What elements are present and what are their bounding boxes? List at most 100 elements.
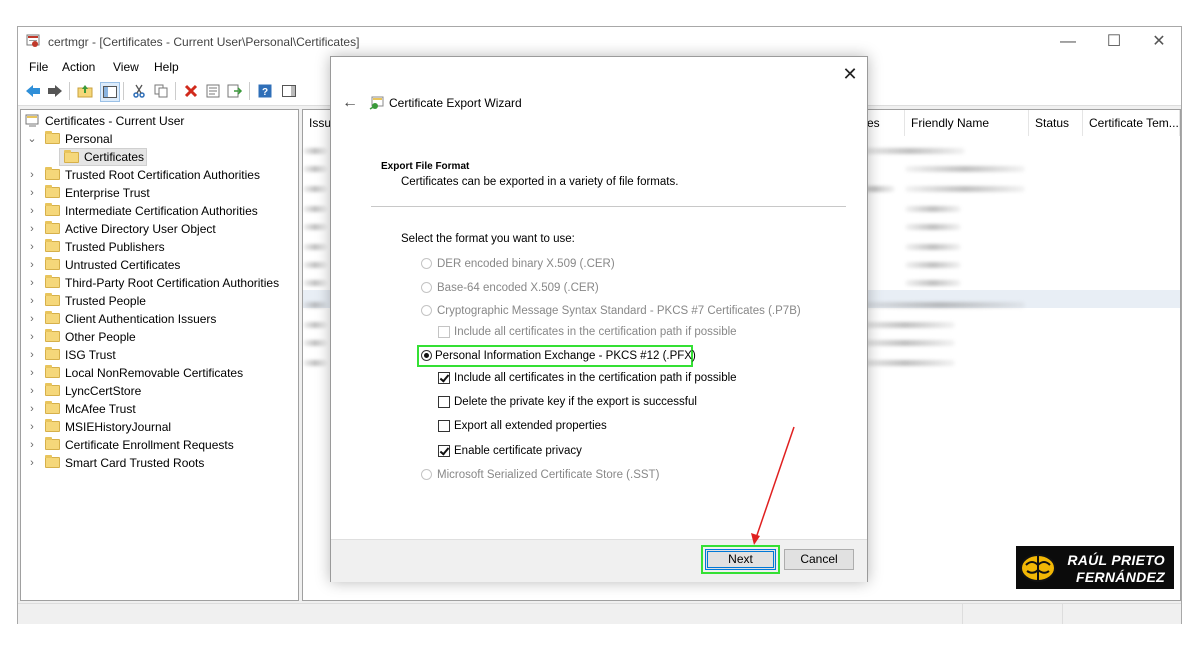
- tree-item[interactable]: › Other People: [25, 328, 295, 346]
- radio-circle[interactable]: [421, 469, 432, 480]
- maximize-button[interactable]: ☐: [1094, 30, 1134, 54]
- chevron-right-icon[interactable]: ›: [25, 310, 39, 328]
- tree-item[interactable]: › Trusted People: [25, 292, 295, 310]
- checkbox-box[interactable]: [438, 396, 450, 408]
- tree-item[interactable]: › Third-Party Root Certification Authorit…: [25, 274, 295, 292]
- checkbox-pfx-include-label: Include all certificates in the certific…: [454, 372, 737, 384]
- radio-circle[interactable]: [421, 258, 432, 269]
- checkbox-box-checked[interactable]: [438, 372, 450, 384]
- tree-item-label: Certificates: [84, 150, 145, 164]
- menu-view[interactable]: View: [113, 60, 139, 74]
- column-status[interactable]: Status: [1029, 110, 1083, 136]
- chevron-right-icon[interactable]: ›: [25, 418, 39, 436]
- chevron-right-icon[interactable]: ›: [25, 166, 39, 184]
- cancel-button[interactable]: Cancel: [784, 549, 854, 570]
- dialog-close-button[interactable]: ✕: [837, 63, 863, 85]
- radio-sst-label: Microsoft Serialized Certificate Store (…: [437, 469, 660, 481]
- back-button[interactable]: ←: [339, 93, 361, 113]
- folder-icon: [45, 311, 60, 324]
- radio-circle[interactable]: [421, 305, 432, 316]
- export-list-icon[interactable]: [226, 82, 244, 100]
- tree-item-label: Certificate Enrollment Requests: [65, 438, 234, 452]
- redacted-cell: [905, 262, 961, 268]
- next-button[interactable]: Next: [705, 549, 776, 570]
- chevron-right-icon[interactable]: ›: [25, 382, 39, 400]
- redacted-cell: [905, 224, 961, 230]
- chevron-right-icon[interactable]: ›: [25, 364, 39, 382]
- radio-base64-label: Base-64 encoded X.509 (.CER): [437, 282, 599, 294]
- tree-item[interactable]: › Smart Card Trusted Roots: [25, 454, 295, 472]
- close-window-button[interactable]: ✕: [1139, 30, 1179, 54]
- chevron-right-icon[interactable]: ›: [25, 436, 39, 454]
- properties-icon[interactable]: [204, 82, 222, 100]
- console-tree: Certificates - Current User ⌄ Personal C…: [20, 109, 299, 601]
- chevron-down-icon[interactable]: ⌄: [25, 130, 39, 148]
- chevron-right-icon[interactable]: ›: [25, 292, 39, 310]
- cut-icon[interactable]: [130, 82, 148, 100]
- tree-item-personal[interactable]: ⌄ Personal: [25, 130, 295, 148]
- column-certificate-template[interactable]: Certificate Tem...: [1083, 110, 1180, 136]
- copy-icon[interactable]: [152, 82, 170, 100]
- tree-item[interactable]: › Certificate Enrollment Requests: [25, 436, 295, 454]
- redacted-cell: [303, 340, 327, 346]
- tree-item[interactable]: › Intermediate Certification Authorities: [25, 202, 295, 220]
- folder-icon: [45, 419, 60, 432]
- chevron-right-icon[interactable]: ›: [25, 454, 39, 472]
- checkbox-box[interactable]: [438, 326, 450, 338]
- tree-root-label: Certificates - Current User: [45, 114, 185, 128]
- section-description: Certificates can be exported in a variet…: [401, 176, 679, 188]
- tree-item[interactable]: › Trusted Publishers: [25, 238, 295, 256]
- radio-circle[interactable]: [421, 282, 432, 293]
- menu-file[interactable]: File: [29, 60, 48, 74]
- menu-action[interactable]: Action: [62, 60, 95, 74]
- radio-circle-selected[interactable]: [421, 350, 432, 361]
- chevron-right-icon[interactable]: ›: [25, 184, 39, 202]
- show-hide-tree-icon[interactable]: [100, 82, 120, 102]
- redacted-cell: [905, 280, 961, 286]
- chevron-right-icon[interactable]: ›: [25, 202, 39, 220]
- tree-item[interactable]: › Trusted Root Certification Authorities: [25, 166, 295, 184]
- folder-icon: [45, 329, 60, 342]
- tree-item-label: LyncCertStore: [65, 384, 142, 398]
- redacted-cell: [303, 186, 327, 192]
- window-title: certmgr - [Certificates - Current User\P…: [48, 35, 360, 49]
- chevron-right-icon[interactable]: ›: [25, 400, 39, 418]
- brand-name-line2: FERNÁNDEZ: [1075, 569, 1165, 585]
- redacted-cell: [303, 280, 327, 286]
- back-arrow-icon[interactable]: [24, 82, 42, 100]
- delete-icon[interactable]: [182, 82, 200, 100]
- column-friendly-name[interactable]: Friendly Name: [905, 110, 1029, 136]
- minimize-button[interactable]: —: [1048, 30, 1088, 54]
- chevron-right-icon[interactable]: ›: [25, 256, 39, 274]
- menu-help[interactable]: Help: [154, 60, 179, 74]
- chevron-right-icon[interactable]: ›: [25, 346, 39, 364]
- tree-item-label: Trusted Root Certification Authorities: [65, 168, 260, 182]
- tree-item-label: Client Authentication Issuers: [65, 312, 217, 326]
- tree-item[interactable]: › LyncCertStore: [25, 382, 295, 400]
- tree-item-certificates[interactable]: Certificates: [59, 148, 147, 166]
- tree-item[interactable]: › Client Authentication Issuers: [25, 310, 295, 328]
- show-pane-icon[interactable]: [280, 82, 298, 100]
- forward-arrow-icon[interactable]: [46, 82, 64, 100]
- redacted-cell: [855, 302, 1025, 308]
- tree-item[interactable]: › Untrusted Certificates: [25, 256, 295, 274]
- tree-root[interactable]: Certificates - Current User: [25, 112, 295, 130]
- up-folder-icon[interactable]: [76, 82, 94, 100]
- checkbox-privacy-label: Enable certificate privacy: [454, 445, 582, 457]
- chevron-right-icon[interactable]: ›: [25, 220, 39, 238]
- tree-item[interactable]: › Local NonRemovable Certificates: [25, 364, 295, 382]
- chevron-right-icon[interactable]: ›: [25, 328, 39, 346]
- tree-item[interactable]: › Active Directory User Object: [25, 220, 295, 238]
- chevron-right-icon[interactable]: ›: [25, 274, 39, 292]
- checkbox-box[interactable]: [438, 420, 450, 432]
- help-icon[interactable]: ?: [256, 82, 274, 100]
- tree-item[interactable]: › MSIEHistoryJournal: [25, 418, 295, 436]
- chevron-right-icon[interactable]: ›: [25, 238, 39, 256]
- radio-pkcs7-label: Cryptographic Message Syntax Standard - …: [437, 305, 801, 317]
- tree-item[interactable]: › ISG Trust: [25, 346, 295, 364]
- redacted-cell: [303, 206, 327, 212]
- tree-item[interactable]: › Enterprise Trust: [25, 184, 295, 202]
- folder-icon: [45, 203, 60, 216]
- tree-item[interactable]: › McAfee Trust: [25, 400, 295, 418]
- checkbox-box-checked[interactable]: [438, 445, 450, 457]
